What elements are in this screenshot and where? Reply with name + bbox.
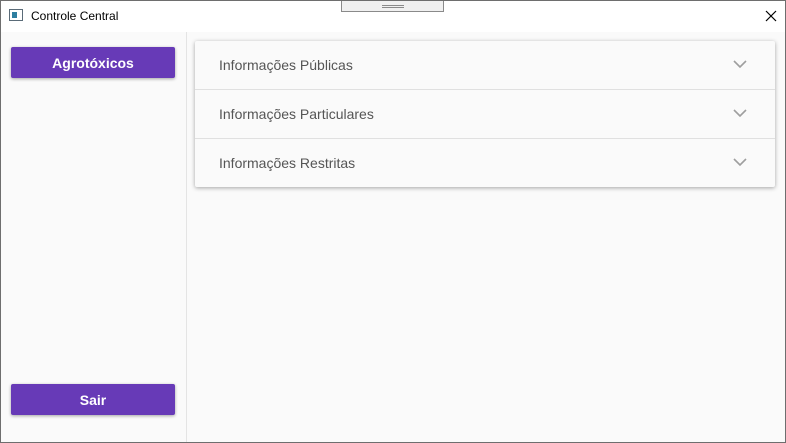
close-icon bbox=[765, 10, 777, 22]
panel-restricted-info-label: Informações Restritas bbox=[219, 155, 356, 171]
panel-private-info[interactable]: Informações Particulares bbox=[195, 90, 775, 139]
main-content: Informações Públicas Informações Particu… bbox=[187, 32, 785, 442]
panel-public-info-label: Informações Públicas bbox=[219, 57, 353, 73]
chevron-down-icon bbox=[733, 60, 747, 69]
close-button[interactable] bbox=[757, 3, 785, 29]
panel-private-info-label: Informações Particulares bbox=[219, 106, 374, 122]
exit-button[interactable]: Sair bbox=[11, 384, 175, 415]
window-app-icon bbox=[9, 9, 23, 21]
sidebar: Agrotóxicos Sair bbox=[1, 32, 187, 442]
panel-public-info[interactable]: Informações Públicas bbox=[195, 41, 775, 90]
agrotoxicos-button[interactable]: Agrotóxicos bbox=[11, 47, 175, 78]
drag-handle[interactable] bbox=[341, 1, 444, 12]
title-bar[interactable]: Controle Central bbox=[1, 1, 785, 32]
chevron-down-icon bbox=[733, 109, 747, 118]
panel-restricted-info[interactable]: Informações Restritas bbox=[195, 139, 775, 187]
window-title: Controle Central bbox=[31, 9, 119, 23]
chevron-down-icon bbox=[733, 158, 747, 167]
expansion-panel-list: Informações Públicas Informações Particu… bbox=[195, 41, 775, 187]
app-window: Controle Central Agrotóxicos Sair Inform… bbox=[0, 0, 786, 443]
